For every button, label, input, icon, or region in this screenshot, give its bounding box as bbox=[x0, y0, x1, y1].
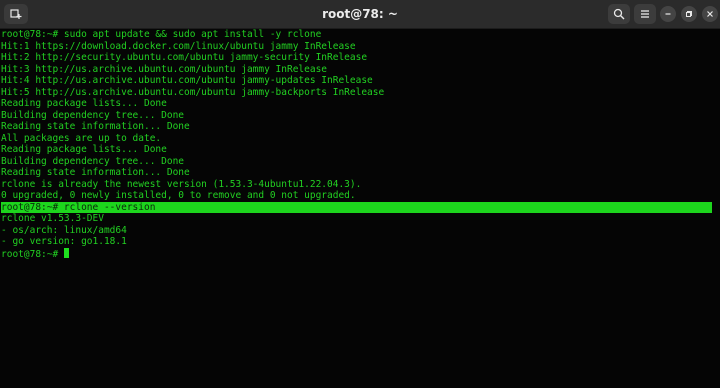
terminal-line: Reading state information... Done bbox=[1, 121, 190, 132]
terminal-line: Reading package lists... Done bbox=[1, 98, 167, 109]
terminal-line: rclone is already the newest version (1.… bbox=[1, 178, 362, 190]
search-icon bbox=[613, 8, 625, 20]
terminal-line: rclone v1.53.3-DEV bbox=[1, 213, 104, 224]
prompt-text: root@78:~# bbox=[1, 248, 64, 260]
text-cursor bbox=[63, 247, 69, 258]
terminal-line: Reading package lists... Done bbox=[1, 144, 167, 155]
terminal-window: root@78: ~ root@78:~# sudo apt update &&… bbox=[0, 0, 720, 388]
terminal-output[interactable]: root@78:~# sudo apt update && sudo apt i… bbox=[0, 29, 720, 388]
search-button[interactable] bbox=[608, 4, 630, 24]
terminal-line: Building dependency tree... Done bbox=[1, 109, 185, 121]
terminal-line: - go version: go1.18.1 bbox=[1, 236, 127, 247]
scrollbar[interactable] bbox=[714, 29, 720, 388]
terminal-line: Hit:4 http://us.archive.ubuntu.com/ubunt… bbox=[1, 75, 373, 86]
terminal-line: root@78:~# sudo apt update && sudo apt i… bbox=[1, 29, 322, 40]
hamburger-menu-icon bbox=[641, 10, 649, 18]
menu-button[interactable] bbox=[634, 4, 656, 24]
terminal-line: Hit:2 http://security.ubuntu.com/ubuntu … bbox=[1, 52, 368, 63]
maximize-icon bbox=[686, 11, 692, 17]
terminal-line: Hit:3 http://us.archive.ubuntu.com/ubunt… bbox=[1, 63, 328, 75]
maximize-button[interactable] bbox=[681, 6, 697, 22]
terminal-line-highlighted: root@78:~# rclone --version bbox=[1, 201, 712, 213]
terminal-line: All packages are up to date. bbox=[1, 132, 162, 144]
close-icon bbox=[707, 11, 713, 17]
close-button[interactable] bbox=[702, 6, 718, 22]
minimize-icon bbox=[665, 13, 671, 15]
terminal-line: Hit:1 https://download.docker.com/linux/… bbox=[1, 40, 356, 52]
terminal-line: Hit:5 http://us.archive.ubuntu.com/ubunt… bbox=[1, 86, 385, 98]
terminal-line: - os/arch: linux/amd64 bbox=[1, 224, 127, 236]
terminal-prompt-line[interactable]: root@78:~# bbox=[1, 247, 720, 260]
terminal-line: 0 upgraded, 0 newly installed, 0 to remo… bbox=[1, 190, 356, 201]
terminal-line: Reading state information... Done bbox=[1, 167, 190, 178]
title-bar: root@78: ~ bbox=[0, 0, 720, 29]
minimize-button[interactable] bbox=[660, 6, 676, 22]
terminal-line: Building dependency tree... Done bbox=[1, 155, 185, 167]
